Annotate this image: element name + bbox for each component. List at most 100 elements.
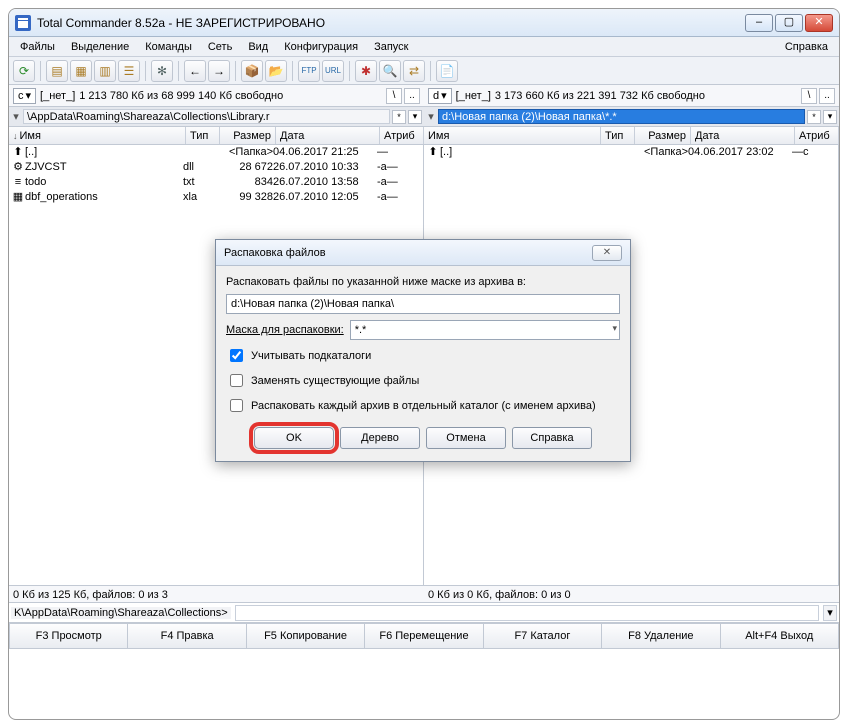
chk-separate[interactable]: Распаковать каждый архив в отдельный кат… <box>226 396 620 415</box>
menu-files[interactable]: Файлы <box>13 39 62 55</box>
menu-show[interactable]: Вид <box>241 39 275 55</box>
view-tree-icon[interactable]: ☰ <box>118 60 140 82</box>
menu-commands[interactable]: Команды <box>138 39 199 55</box>
hist-tab-left[interactable]: ▾ <box>408 110 422 124</box>
altf4-button[interactable]: Alt+F4 Выход <box>721 623 839 649</box>
table-row[interactable]: ⬆[..]<Папка>04.06.2017 21:25— <box>9 145 423 160</box>
dest-input[interactable] <box>226 294 620 314</box>
path-input-left[interactable]: \AppData\Roaming\Shareaza\Collections\Li… <box>23 109 390 124</box>
file-name: [..] <box>25 145 183 160</box>
path-input-right[interactable]: d:\Новая папка (2)\Новая папка\*.* <box>438 109 805 124</box>
file-attr: -a— <box>377 160 421 175</box>
col-ext-left[interactable]: Тип <box>186 127 220 144</box>
table-row[interactable]: ▦dbf_operationsxla99 32826.07.2010 12:05… <box>9 190 423 205</box>
ok-button[interactable]: OK <box>254 427 334 449</box>
chk-overwrite-box[interactable] <box>230 374 243 387</box>
table-row[interactable]: ≡todotxt83426.07.2010 13:58-a— <box>9 175 423 190</box>
file-date: 04.06.2017 21:25 <box>273 145 377 160</box>
menu-start[interactable]: Запуск <box>367 39 415 55</box>
minimize-button[interactable]: – <box>745 14 773 32</box>
tree-button[interactable]: Дерево <box>340 427 420 449</box>
fav-tab-left[interactable]: * <box>392 110 406 124</box>
file-ext <box>598 145 632 160</box>
menu-help[interactable]: Справка <box>778 39 835 55</box>
f3-button[interactable]: F3 Просмотр <box>9 623 128 649</box>
file-ext: xla <box>183 190 217 205</box>
table-row[interactable]: ⚙ZJVCSTdll28 67226.07.2010 10:33-a— <box>9 160 423 175</box>
table-row[interactable]: ⬆[..]<Папка>04.06.2017 23:02—c <box>424 145 838 160</box>
unpack-icon[interactable]: 📂 <box>265 60 287 82</box>
file-size: 834 <box>217 175 273 190</box>
file-name: ZJVCST <box>25 160 183 175</box>
close-button[interactable]: ✕ <box>805 14 833 32</box>
pack-icon[interactable]: 📦 <box>241 60 263 82</box>
history-left-icon[interactable]: ▾ <box>11 110 21 123</box>
mark-icon[interactable]: ✻ <box>151 60 173 82</box>
menubar: Файлы Выделение Команды Сеть Вид Конфигу… <box>9 37 839 57</box>
menu-mark[interactable]: Выделение <box>64 39 136 55</box>
forward-icon[interactable]: → <box>208 60 230 82</box>
reload-icon[interactable]: ⟳ <box>13 60 35 82</box>
dialog-close-icon[interactable]: ✕ <box>592 245 622 261</box>
up-button-right[interactable]: .. <box>819 88 835 104</box>
col-size-left[interactable]: Размер <box>220 127 276 144</box>
notepad-icon[interactable]: 📄 <box>436 60 458 82</box>
menu-config[interactable]: Конфигурация <box>277 39 365 55</box>
menu-net[interactable]: Сеть <box>201 39 239 55</box>
chevron-down-icon: ▾ <box>441 89 447 102</box>
col-attr-right[interactable]: Атриб <box>795 127 839 144</box>
chk-overwrite[interactable]: Заменять существующие файлы <box>226 371 620 390</box>
cmdline-history-icon[interactable]: ▾ <box>823 605 837 621</box>
fav-tab-right[interactable]: * <box>807 110 821 124</box>
chk-separate-box[interactable] <box>230 399 243 412</box>
col-name-right[interactable]: Имя <box>424 127 601 144</box>
chevron-down-icon: ▾ <box>26 89 32 102</box>
maximize-button[interactable]: ▢ <box>775 14 803 32</box>
drive-select-left[interactable]: c▾ <box>13 88 36 104</box>
f6-button[interactable]: F6 Перемещение <box>365 623 483 649</box>
file-size: <Папка> <box>632 145 688 160</box>
view-thumbs-icon[interactable]: ▥ <box>94 60 116 82</box>
file-attr: -a— <box>377 190 421 205</box>
status-right: 0 Кб из 0 Кб, файлов: 0 из 0 <box>424 586 839 602</box>
col-date-right[interactable]: Дата <box>691 127 795 144</box>
multi-rename-icon[interactable]: ⇄ <box>403 60 425 82</box>
root-button-right[interactable]: \ <box>801 88 817 104</box>
f4-button[interactable]: F4 Правка <box>128 623 246 649</box>
up-button-left[interactable]: .. <box>404 88 420 104</box>
f5-button[interactable]: F5 Копирование <box>247 623 365 649</box>
chk-subdirs-box[interactable] <box>230 349 243 362</box>
drive-select-right[interactable]: d▾ <box>428 88 452 104</box>
chk-separate-label: Распаковать каждый архив в отдельный кат… <box>251 400 596 412</box>
help-button[interactable]: Справка <box>512 427 592 449</box>
drive-label-right: [_нет_] <box>456 90 491 102</box>
mask-combo[interactable] <box>350 320 620 340</box>
drive-free-left: 1 213 780 Кб из 68 999 140 Кб свободно <box>79 90 283 102</box>
hist-tab-right[interactable]: ▾ <box>823 110 837 124</box>
f7-button[interactable]: F7 Каталог <box>484 623 602 649</box>
cmdline-input[interactable] <box>235 605 819 621</box>
file-name: dbf_operations <box>25 190 183 205</box>
sync-icon[interactable]: ✱ <box>355 60 377 82</box>
f8-button[interactable]: F8 Удаление <box>602 623 720 649</box>
back-icon[interactable]: ← <box>184 60 206 82</box>
col-size-right[interactable]: Размер <box>635 127 691 144</box>
col-name-left[interactable]: Имя <box>9 127 186 144</box>
unpack-dialog: Распаковка файлов ✕ Распаковать файлы по… <box>215 239 631 462</box>
url-icon[interactable]: URL <box>322 60 344 82</box>
cancel-button[interactable]: Отмена <box>426 427 506 449</box>
view-full-icon[interactable]: ▦ <box>70 60 92 82</box>
history-right-icon[interactable]: ▾ <box>426 110 436 123</box>
ftp-icon[interactable]: FTP <box>298 60 320 82</box>
view-brief-icon[interactable]: ▤ <box>46 60 68 82</box>
root-button-left[interactable]: \ <box>386 88 402 104</box>
chk-subdirs[interactable]: Учитывать подкаталоги <box>226 346 620 365</box>
search-icon[interactable]: 🔍 <box>379 60 401 82</box>
col-ext-right[interactable]: Тип <box>601 127 635 144</box>
fkey-bar: F3 Просмотр F4 Правка F5 Копирование F6 … <box>9 623 839 649</box>
combo-arrow-icon[interactable]: ▾ <box>612 323 617 334</box>
col-attr-left[interactable]: Атриб <box>380 127 424 144</box>
file-icon: ⬆ <box>11 145 25 160</box>
command-line: K\AppData\Roaming\Shareaza\Collections> … <box>9 603 839 623</box>
col-date-left[interactable]: Дата <box>276 127 380 144</box>
